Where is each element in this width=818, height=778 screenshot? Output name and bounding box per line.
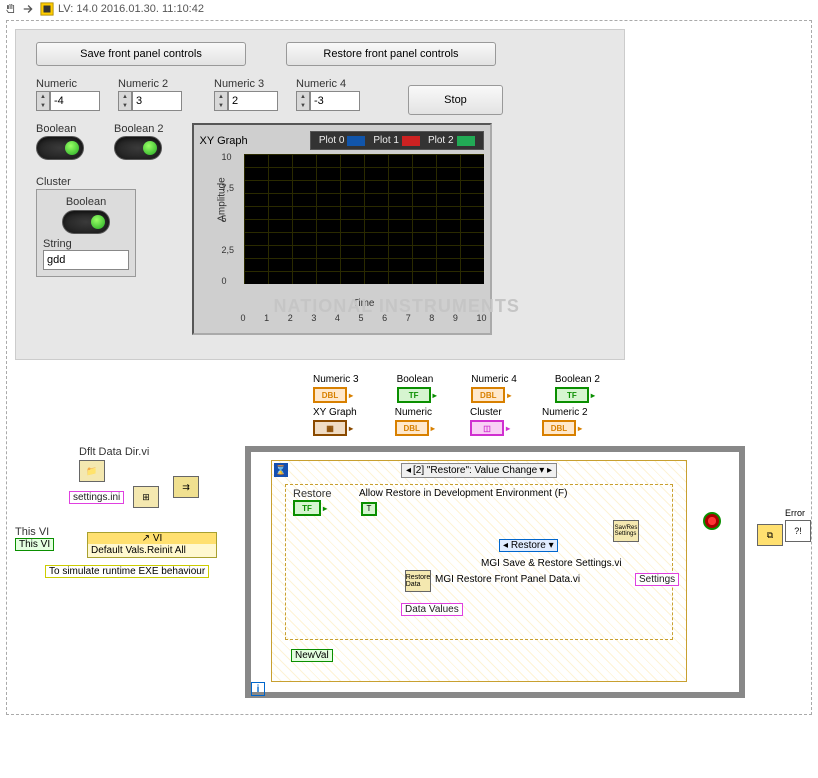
term-numeric3: Numeric 3DBL (313, 374, 359, 403)
this-vi-ref[interactable]: This VI (15, 539, 54, 550)
boolean2-toggle[interactable] (114, 136, 162, 160)
numeric4-label: Numeric 4 (296, 78, 360, 90)
simulate-comment: To simulate runtime EXE behaviour (45, 566, 209, 577)
mgi-restore-label: MGI Restore Front Panel Data.vi (435, 574, 580, 585)
term-numeric2: Numeric 2DBL (542, 407, 588, 436)
case-selector[interactable]: ◂ [2] "Restore": Value Change ▾ ▸ (401, 463, 557, 478)
allow-restore-label: Allow Restore in Development Environment… (359, 488, 567, 499)
data-values-label: Data Values (401, 604, 463, 615)
term-xygraph: XY Graph▦ (313, 407, 357, 436)
boolean-label: Boolean (36, 123, 84, 135)
restore-dropdown[interactable]: ◂ Restore ▾ (499, 540, 558, 551)
term-boolean: BooleanTF (397, 374, 434, 403)
merge-errors-node[interactable]: ⧉ (757, 524, 783, 546)
term-numeric: NumericDBL (395, 407, 432, 436)
error-dialog-node[interactable]: ?! (785, 520, 811, 542)
boolean2-label: Boolean 2 (114, 123, 164, 135)
legend-plot1: Plot 1 (373, 135, 399, 146)
cluster-string-label: String (43, 238, 129, 250)
numeric4-control: Numeric 4 ▲▼ (296, 78, 360, 111)
restore-term[interactable]: RestoreTF (293, 488, 332, 516)
save-button[interactable]: Save front panel controls (36, 42, 246, 66)
error-label: Error (785, 508, 805, 518)
boolean-control: Boolean (36, 123, 84, 160)
chart-plot-area[interactable] (244, 154, 484, 284)
build-path-node[interactable]: ⊞ (133, 486, 159, 508)
stop-button[interactable]: Stop (408, 85, 503, 115)
numeric4-spinner[interactable]: ▲▼ (296, 91, 310, 111)
numeric2-spinner[interactable]: ▲▼ (118, 91, 132, 111)
numeric2-control: Numeric 2 ▲▼ (118, 78, 182, 111)
numeric-input[interactable] (50, 91, 100, 111)
cluster-control: Cluster Boolean String (36, 176, 164, 277)
legend-plot0: Plot 0 (319, 135, 345, 146)
vi-icon (40, 2, 54, 16)
numeric2-label: Numeric 2 (118, 78, 182, 90)
main-dashed-frame: Save front panel controls Restore front … (6, 20, 812, 715)
terminals-row2: XY Graph▦ NumericDBL Cluster◫ Numeric 2D… (313, 407, 713, 436)
term-cluster: Cluster◫ (470, 407, 504, 436)
legend-plot2: Plot 2 (428, 135, 454, 146)
numeric3-spinner[interactable]: ▲▼ (214, 91, 228, 111)
numeric3-control: Numeric 3 ▲▼ (214, 78, 278, 111)
settings-label: Settings (635, 574, 679, 585)
numeric3-input[interactable] (228, 91, 278, 111)
watermark: NATIONAL INSTRUMENTS (274, 296, 520, 317)
cluster-bool-label: Boolean (43, 196, 129, 208)
terminals-row1: Numeric 3DBL BooleanTF Numeric 4DBL Bool… (313, 374, 713, 403)
this-vi-label: This VI (15, 526, 49, 538)
plot-legend[interactable]: Plot 0 Plot 1 Plot 2 (310, 131, 484, 150)
numeric3-label: Numeric 3 (214, 78, 278, 90)
term-boolean2: Boolean 2TF (555, 374, 600, 403)
term-numeric4: Numeric 4DBL (471, 374, 517, 403)
numeric-label: Numeric (36, 78, 100, 90)
cluster-string-input[interactable] (43, 250, 129, 270)
settings-ini-constant[interactable]: settings.ini (69, 492, 124, 503)
mgi-restore-node[interactable]: RestoreData (405, 570, 431, 592)
info-icon: i (251, 682, 265, 696)
boolean-toggle[interactable] (36, 136, 84, 160)
numeric-control: Numeric ▲▼ (36, 78, 100, 111)
title-text: LV: 14.0 2016.01.30. 11:10:42 (58, 3, 204, 15)
numeric-spinner[interactable]: ▲▼ (36, 91, 50, 111)
invoke-node[interactable]: ↗ VI Default Vals.Reinit All (87, 532, 217, 558)
cluster-label: Cluster (36, 176, 164, 188)
merge-node[interactable]: ⇉ (173, 476, 199, 498)
numeric2-input[interactable] (132, 91, 182, 111)
graph-label: XY Graph (200, 135, 248, 147)
numeric4-input[interactable] (310, 91, 360, 111)
block-diagram: Dflt Data Dir.vi 📁 settings.ini ⊞ ⇉ This… (15, 446, 803, 706)
xy-graph: XY Graph Plot 0 Plot 1 Plot 2 Amplitude … (192, 123, 492, 335)
titlebar: LV: 14.0 2016.01.30. 11:10:42 (0, 0, 818, 18)
boolean2-control: Boolean 2 (114, 123, 164, 160)
front-panel: Save front panel controls Restore front … (15, 29, 625, 360)
hand-icon (4, 2, 18, 16)
mgi-saverestore-label: MGI Save & Restore Settings.vi (481, 558, 622, 569)
mgi-saverestore-node[interactable]: Sav/ResSettings (613, 520, 639, 542)
restore-button[interactable]: Restore front panel controls (286, 42, 496, 66)
arrow-icon (22, 2, 36, 16)
newval-label: NewVal (291, 650, 333, 661)
y-axis: 10 7,5 5 2,5 0 (222, 152, 235, 286)
dflt-data-dir-node[interactable]: 📁 (79, 460, 105, 482)
stop-terminal[interactable] (703, 512, 721, 530)
dflt-data-dir-label: Dflt Data Dir.vi (79, 446, 149, 458)
allow-restore-const[interactable]: T (361, 502, 377, 516)
cluster-bool-toggle[interactable] (62, 210, 110, 234)
